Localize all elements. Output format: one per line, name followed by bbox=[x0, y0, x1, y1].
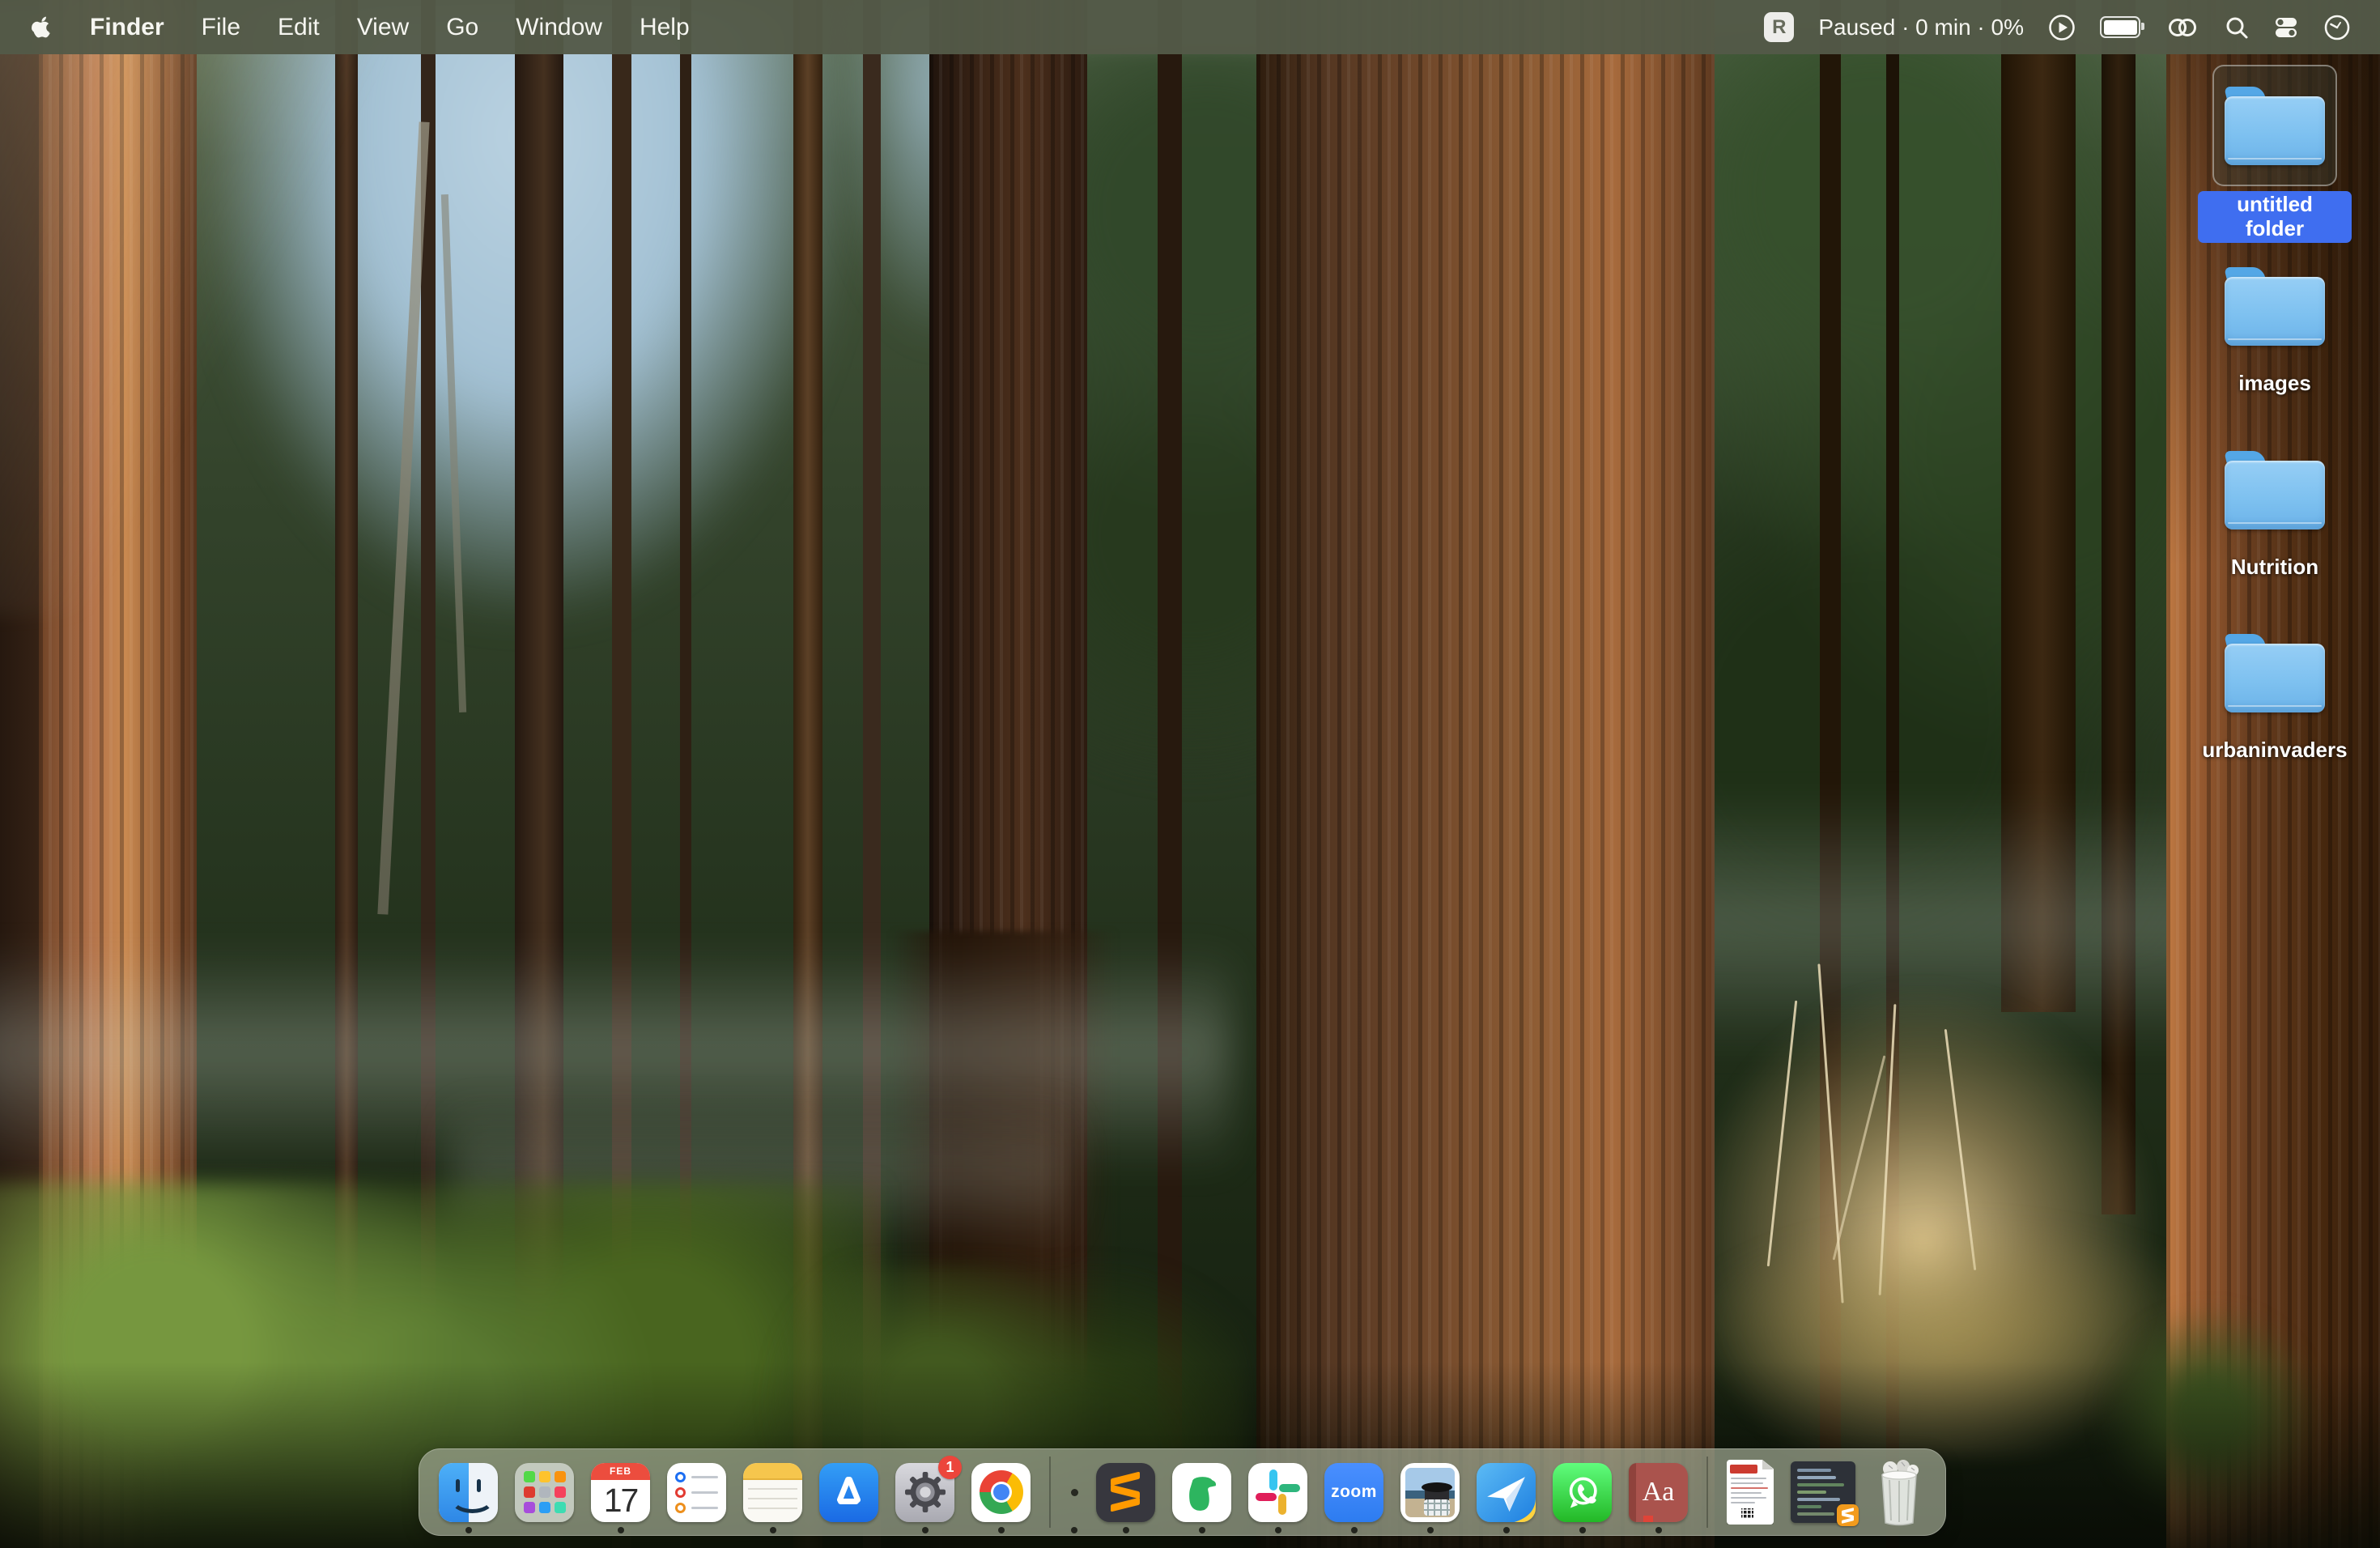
folder-icon bbox=[2225, 266, 2325, 346]
clock-menu-button[interactable] bbox=[2323, 14, 2351, 41]
notification-badge: 1 bbox=[938, 1456, 962, 1479]
desktop-folder-images[interactable]: images bbox=[2198, 245, 2352, 396]
folder-icon bbox=[2225, 450, 2325, 529]
preview-icon bbox=[1400, 1463, 1460, 1522]
desktop-screen: Finder File Edit View Go Window Help R P… bbox=[0, 0, 2380, 1548]
light-ray bbox=[0, 0, 696, 615]
battery-icon bbox=[2100, 16, 2140, 38]
sublime-text-icon bbox=[1096, 1463, 1155, 1522]
dock-preview[interactable] bbox=[1400, 1463, 1460, 1522]
wallpaper-forest bbox=[0, 0, 2380, 1548]
folder-label: images bbox=[2238, 372, 2311, 396]
menu-item-file[interactable]: File bbox=[202, 14, 240, 41]
dictionary-icon: Aa bbox=[1629, 1463, 1688, 1522]
desktop-folder-urbaninvaders[interactable]: urbaninvaders bbox=[2198, 612, 2352, 763]
dock-pdf-document[interactable] bbox=[1727, 1460, 1774, 1525]
menu-item-go[interactable]: Go bbox=[446, 14, 478, 41]
menu-bar-status: R Paused · 0 min · 0% bbox=[1764, 12, 2380, 42]
recorder-status-text[interactable]: Paused · 0 min · 0% bbox=[1818, 15, 2024, 40]
play-button[interactable] bbox=[2048, 14, 2076, 41]
menu-item-window[interactable]: Window bbox=[516, 14, 602, 41]
dock-mini-item[interactable] bbox=[1069, 1463, 1079, 1522]
evernote-icon bbox=[1172, 1463, 1231, 1522]
tree-trunk-central bbox=[1256, 0, 1715, 1548]
zoom-icon: zoom bbox=[1324, 1463, 1383, 1522]
play-circle-icon bbox=[2048, 14, 2076, 41]
control-center-icon bbox=[2273, 15, 2299, 40]
notes-icon bbox=[743, 1463, 802, 1522]
folder-icon bbox=[2225, 86, 2325, 165]
dock-dictionary[interactable]: Aa bbox=[1629, 1463, 1688, 1522]
dock-system-settings[interactable]: 1 bbox=[895, 1463, 954, 1522]
folder-selection-box bbox=[2212, 65, 2337, 186]
battery-status[interactable] bbox=[2100, 16, 2140, 38]
mini-item-icon bbox=[1071, 1489, 1078, 1496]
dock-reminders[interactable] bbox=[667, 1463, 726, 1522]
calendar-month: FEB bbox=[591, 1463, 650, 1480]
apple-icon bbox=[31, 14, 53, 40]
dock-whatsapp[interactable] bbox=[1553, 1463, 1612, 1522]
desktop-folder-untitled[interactable]: untitled folder bbox=[2198, 65, 2352, 243]
dock-evernote[interactable] bbox=[1172, 1463, 1231, 1522]
dock-chrome[interactable] bbox=[971, 1463, 1031, 1522]
calendar-icon: FEB 17 bbox=[591, 1463, 650, 1522]
dock-sublime-text[interactable] bbox=[1096, 1463, 1155, 1522]
sublime-badge-icon bbox=[1837, 1504, 1859, 1526]
dock-slack[interactable] bbox=[1248, 1463, 1307, 1522]
folder-label: urbaninvaders bbox=[2202, 738, 2347, 763]
clock-icon bbox=[2323, 14, 2351, 41]
folder-label: untitled folder bbox=[2198, 191, 2352, 243]
dock-trash[interactable] bbox=[1872, 1458, 1926, 1526]
menu-item-edit[interactable]: Edit bbox=[278, 14, 320, 41]
dock-finder[interactable] bbox=[439, 1463, 498, 1522]
calendar-day: 17 bbox=[591, 1480, 650, 1522]
recorder-app-icon[interactable]: R bbox=[1764, 12, 1794, 42]
dock-separator bbox=[1049, 1457, 1051, 1528]
menu-bar-left: Finder File Edit View Go Window Help bbox=[0, 14, 690, 41]
link-status[interactable] bbox=[2165, 15, 2200, 40]
menu-item-view[interactable]: View bbox=[357, 14, 409, 41]
dock-zoom[interactable]: zoom bbox=[1324, 1463, 1383, 1522]
finder-icon bbox=[439, 1463, 498, 1522]
desktop-folder-nutrition[interactable]: Nutrition bbox=[2198, 429, 2352, 580]
dock-code-document[interactable] bbox=[1791, 1461, 1855, 1523]
trash-full-icon bbox=[1872, 1458, 1926, 1526]
menu-bar: Finder File Edit View Go Window Help R P… bbox=[0, 0, 2380, 54]
dock-separator bbox=[1706, 1457, 1708, 1528]
link-icon bbox=[2165, 15, 2200, 40]
launchpad-icon bbox=[515, 1463, 574, 1522]
folder-icon bbox=[2225, 633, 2325, 712]
dock-app-store[interactable] bbox=[819, 1463, 878, 1522]
reminders-icon bbox=[667, 1463, 726, 1522]
apple-menu[interactable] bbox=[31, 14, 53, 40]
whatsapp-icon bbox=[1553, 1463, 1612, 1522]
bookmark-ribbon bbox=[1643, 1516, 1653, 1522]
dock-notes[interactable] bbox=[743, 1463, 802, 1522]
menu-item-finder[interactable]: Finder bbox=[90, 14, 164, 41]
spark-mail-icon bbox=[1477, 1463, 1536, 1522]
menu-item-help[interactable]: Help bbox=[640, 14, 690, 41]
control-center-button[interactable] bbox=[2273, 15, 2299, 40]
folder-label: Nutrition bbox=[2231, 555, 2318, 580]
dock-launchpad[interactable] bbox=[515, 1463, 574, 1522]
dock-spark[interactable] bbox=[1477, 1463, 1536, 1522]
search-icon bbox=[2225, 15, 2249, 40]
spotlight-button[interactable] bbox=[2225, 15, 2249, 40]
dock-calendar[interactable]: FEB 17 bbox=[591, 1463, 650, 1522]
chrome-icon bbox=[971, 1463, 1031, 1522]
slack-icon bbox=[1248, 1463, 1307, 1522]
dock: FEB 17 1 bbox=[419, 1448, 1946, 1536]
app-store-icon bbox=[819, 1463, 878, 1522]
